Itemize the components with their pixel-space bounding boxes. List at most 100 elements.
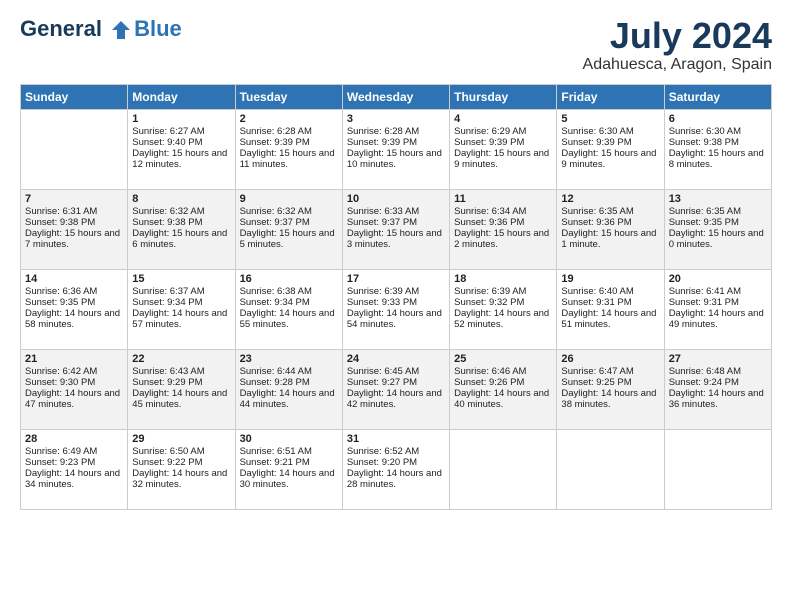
daylight-text: Daylight: 14 hours and 52 minutes. — [454, 308, 552, 330]
calendar-cell: 2Sunrise: 6:28 AMSunset: 9:39 PMDaylight… — [235, 109, 342, 189]
calendar-cell: 14Sunrise: 6:36 AMSunset: 9:35 PMDayligh… — [21, 269, 128, 349]
sunset-text: Sunset: 9:34 PM — [132, 297, 230, 308]
sunrise-text: Sunrise: 6:49 AM — [25, 446, 123, 457]
day-header-thursday: Thursday — [450, 84, 557, 109]
daylight-text: Daylight: 14 hours and 44 minutes. — [240, 388, 338, 410]
day-number: 18 — [454, 273, 552, 285]
daylight-text: Daylight: 14 hours and 58 minutes. — [25, 308, 123, 330]
calendar-cell: 31Sunrise: 6:52 AMSunset: 9:20 PMDayligh… — [342, 429, 449, 509]
sunset-text: Sunset: 9:21 PM — [240, 457, 338, 468]
sunrise-text: Sunrise: 6:45 AM — [347, 366, 445, 377]
title-block: July 2024 Adahuesca, Aragon, Spain — [583, 16, 772, 74]
sunset-text: Sunset: 9:36 PM — [454, 217, 552, 228]
sunrise-text: Sunrise: 6:29 AM — [454, 126, 552, 137]
sunset-text: Sunset: 9:26 PM — [454, 377, 552, 388]
day-number: 9 — [240, 193, 338, 205]
sunrise-text: Sunrise: 6:36 AM — [25, 286, 123, 297]
sunrise-text: Sunrise: 6:28 AM — [240, 126, 338, 137]
calendar-cell: 4Sunrise: 6:29 AMSunset: 9:39 PMDaylight… — [450, 109, 557, 189]
calendar-cell: 17Sunrise: 6:39 AMSunset: 9:33 PMDayligh… — [342, 269, 449, 349]
sunset-text: Sunset: 9:34 PM — [240, 297, 338, 308]
day-number: 29 — [132, 433, 230, 445]
calendar-cell: 8Sunrise: 6:32 AMSunset: 9:38 PMDaylight… — [128, 189, 235, 269]
calendar-cell: 22Sunrise: 6:43 AMSunset: 9:29 PMDayligh… — [128, 349, 235, 429]
daylight-text: Daylight: 14 hours and 47 minutes. — [25, 388, 123, 410]
day-number: 23 — [240, 353, 338, 365]
calendar-cell — [557, 429, 664, 509]
sunrise-text: Sunrise: 6:31 AM — [25, 206, 123, 217]
sunrise-text: Sunrise: 6:27 AM — [132, 126, 230, 137]
daylight-text: Daylight: 14 hours and 49 minutes. — [669, 308, 767, 330]
day-number: 22 — [132, 353, 230, 365]
day-number: 30 — [240, 433, 338, 445]
sunrise-text: Sunrise: 6:41 AM — [669, 286, 767, 297]
day-number: 15 — [132, 273, 230, 285]
daylight-text: Daylight: 14 hours and 55 minutes. — [240, 308, 338, 330]
sunrise-text: Sunrise: 6:30 AM — [669, 126, 767, 137]
daylight-text: Daylight: 14 hours and 32 minutes. — [132, 468, 230, 490]
daylight-text: Daylight: 14 hours and 40 minutes. — [454, 388, 552, 410]
sunrise-text: Sunrise: 6:48 AM — [669, 366, 767, 377]
sunrise-text: Sunrise: 6:30 AM — [561, 126, 659, 137]
sunset-text: Sunset: 9:31 PM — [561, 297, 659, 308]
daylight-text: Daylight: 14 hours and 57 minutes. — [132, 308, 230, 330]
calendar-table: SundayMondayTuesdayWednesdayThursdayFrid… — [20, 84, 772, 510]
sunrise-text: Sunrise: 6:42 AM — [25, 366, 123, 377]
day-number: 5 — [561, 113, 659, 125]
daylight-text: Daylight: 15 hours and 9 minutes. — [561, 148, 659, 170]
day-number: 14 — [25, 273, 123, 285]
calendar-cell — [664, 429, 771, 509]
sunrise-text: Sunrise: 6:43 AM — [132, 366, 230, 377]
sunrise-text: Sunrise: 6:32 AM — [240, 206, 338, 217]
calendar-cell: 29Sunrise: 6:50 AMSunset: 9:22 PMDayligh… — [128, 429, 235, 509]
calendar-cell: 23Sunrise: 6:44 AMSunset: 9:28 PMDayligh… — [235, 349, 342, 429]
day-number: 27 — [669, 353, 767, 365]
sunrise-text: Sunrise: 6:50 AM — [132, 446, 230, 457]
day-number: 24 — [347, 353, 445, 365]
day-number: 3 — [347, 113, 445, 125]
day-header-wednesday: Wednesday — [342, 84, 449, 109]
day-number: 8 — [132, 193, 230, 205]
day-number: 7 — [25, 193, 123, 205]
calendar-cell: 3Sunrise: 6:28 AMSunset: 9:39 PMDaylight… — [342, 109, 449, 189]
sunset-text: Sunset: 9:38 PM — [25, 217, 123, 228]
day-number: 10 — [347, 193, 445, 205]
daylight-text: Daylight: 15 hours and 8 minutes. — [669, 148, 767, 170]
day-number: 26 — [561, 353, 659, 365]
day-number: 19 — [561, 273, 659, 285]
sunrise-text: Sunrise: 6:35 AM — [669, 206, 767, 217]
day-number: 6 — [669, 113, 767, 125]
calendar-cell: 11Sunrise: 6:34 AMSunset: 9:36 PMDayligh… — [450, 189, 557, 269]
daylight-text: Daylight: 15 hours and 0 minutes. — [669, 228, 767, 250]
main-title: July 2024 — [583, 16, 772, 56]
daylight-text: Daylight: 15 hours and 12 minutes. — [132, 148, 230, 170]
sunrise-text: Sunrise: 6:39 AM — [454, 286, 552, 297]
daylight-text: Daylight: 14 hours and 45 minutes. — [132, 388, 230, 410]
day-number: 28 — [25, 433, 123, 445]
day-header-sunday: Sunday — [21, 84, 128, 109]
calendar-cell: 30Sunrise: 6:51 AMSunset: 9:21 PMDayligh… — [235, 429, 342, 509]
header-row-days: SundayMondayTuesdayWednesdayThursdayFrid… — [21, 84, 772, 109]
sunset-text: Sunset: 9:35 PM — [25, 297, 123, 308]
day-number: 13 — [669, 193, 767, 205]
sunrise-text: Sunrise: 6:40 AM — [561, 286, 659, 297]
sunset-text: Sunset: 9:35 PM — [669, 217, 767, 228]
sunset-text: Sunset: 9:28 PM — [240, 377, 338, 388]
calendar-cell — [21, 109, 128, 189]
calendar-cell: 7Sunrise: 6:31 AMSunset: 9:38 PMDaylight… — [21, 189, 128, 269]
sunset-text: Sunset: 9:38 PM — [132, 217, 230, 228]
calendar-cell: 28Sunrise: 6:49 AMSunset: 9:23 PMDayligh… — [21, 429, 128, 509]
calendar-cell: 15Sunrise: 6:37 AMSunset: 9:34 PMDayligh… — [128, 269, 235, 349]
sunset-text: Sunset: 9:27 PM — [347, 377, 445, 388]
day-header-saturday: Saturday — [664, 84, 771, 109]
calendar-cell: 20Sunrise: 6:41 AMSunset: 9:31 PMDayligh… — [664, 269, 771, 349]
sunset-text: Sunset: 9:32 PM — [454, 297, 552, 308]
daylight-text: Daylight: 15 hours and 5 minutes. — [240, 228, 338, 250]
sunset-text: Sunset: 9:40 PM — [132, 137, 230, 148]
calendar-cell: 13Sunrise: 6:35 AMSunset: 9:35 PMDayligh… — [664, 189, 771, 269]
day-number: 17 — [347, 273, 445, 285]
sunset-text: Sunset: 9:39 PM — [347, 137, 445, 148]
sunrise-text: Sunrise: 6:52 AM — [347, 446, 445, 457]
sunrise-text: Sunrise: 6:44 AM — [240, 366, 338, 377]
sunset-text: Sunset: 9:36 PM — [561, 217, 659, 228]
